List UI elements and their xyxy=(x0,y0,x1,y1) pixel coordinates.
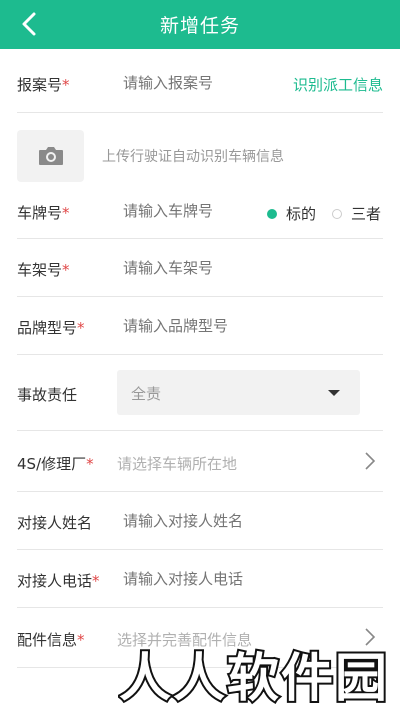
vin-input[interactable] xyxy=(123,259,283,277)
radio-unchecked-icon xyxy=(332,208,342,219)
upload-hint: 上传行驶证自动识别车辆信息 xyxy=(102,149,284,165)
radio-checked-icon xyxy=(267,208,277,219)
contact-phone-row: 对接人电话* xyxy=(17,550,383,608)
radio-target[interactable]: 标的 xyxy=(267,203,316,224)
vin-row: 车架号* xyxy=(17,239,383,297)
watermark-text: 人人软件园 xyxy=(119,649,389,708)
shop-label: 4S/修理厂* xyxy=(17,455,94,473)
shop-row[interactable]: 4S/修理厂* 请选择车辆所在地 xyxy=(17,431,383,492)
contact-name-input[interactable] xyxy=(123,512,283,530)
report-no-input[interactable] xyxy=(123,74,283,92)
contact-phone-label: 对接人电话* xyxy=(17,572,100,590)
chevron-left-icon xyxy=(22,12,36,36)
watermark-logo: 人人软件园 xyxy=(118,647,389,708)
liability-label: 事故责任 xyxy=(17,386,78,404)
liability-value: 全责 xyxy=(131,385,162,403)
vin-label: 车架号* xyxy=(17,261,70,279)
caret-down-icon xyxy=(328,390,340,396)
model-row: 品牌型号* xyxy=(17,297,383,355)
liability-select[interactable]: 全责 xyxy=(117,370,360,415)
plate-label: 车牌号* xyxy=(17,204,70,222)
plate-input[interactable] xyxy=(123,202,253,220)
report-no-row: 报案号* 识别派工信息 xyxy=(17,56,383,113)
contact-name-label: 对接人姓名 xyxy=(17,514,93,532)
app-header: 新增任务 xyxy=(0,0,400,49)
radio-third-party[interactable]: 三者 xyxy=(332,203,381,224)
page-title: 新增任务 xyxy=(159,15,240,37)
radio-target-label: 标的 xyxy=(286,205,317,223)
recognize-dispatch-link[interactable]: 识别派工信息 xyxy=(293,74,383,95)
model-label: 品牌型号* xyxy=(17,319,85,337)
model-input[interactable] xyxy=(123,317,283,335)
report-no-label: 报案号* xyxy=(17,76,70,94)
back-button[interactable] xyxy=(14,8,46,40)
parts-label: 配件信息* xyxy=(17,631,85,649)
contact-phone-input[interactable] xyxy=(123,570,283,588)
plate-row: 车牌号* 标的 三者 xyxy=(17,182,383,239)
upload-license-button[interactable] xyxy=(17,130,84,182)
chevron-right-icon xyxy=(365,452,376,470)
shop-select[interactable]: 请选择车辆所在地 xyxy=(117,453,237,474)
camera-icon xyxy=(38,147,63,165)
contact-name-row: 对接人姓名 xyxy=(17,492,383,550)
radio-third-party-label: 三者 xyxy=(351,205,382,223)
